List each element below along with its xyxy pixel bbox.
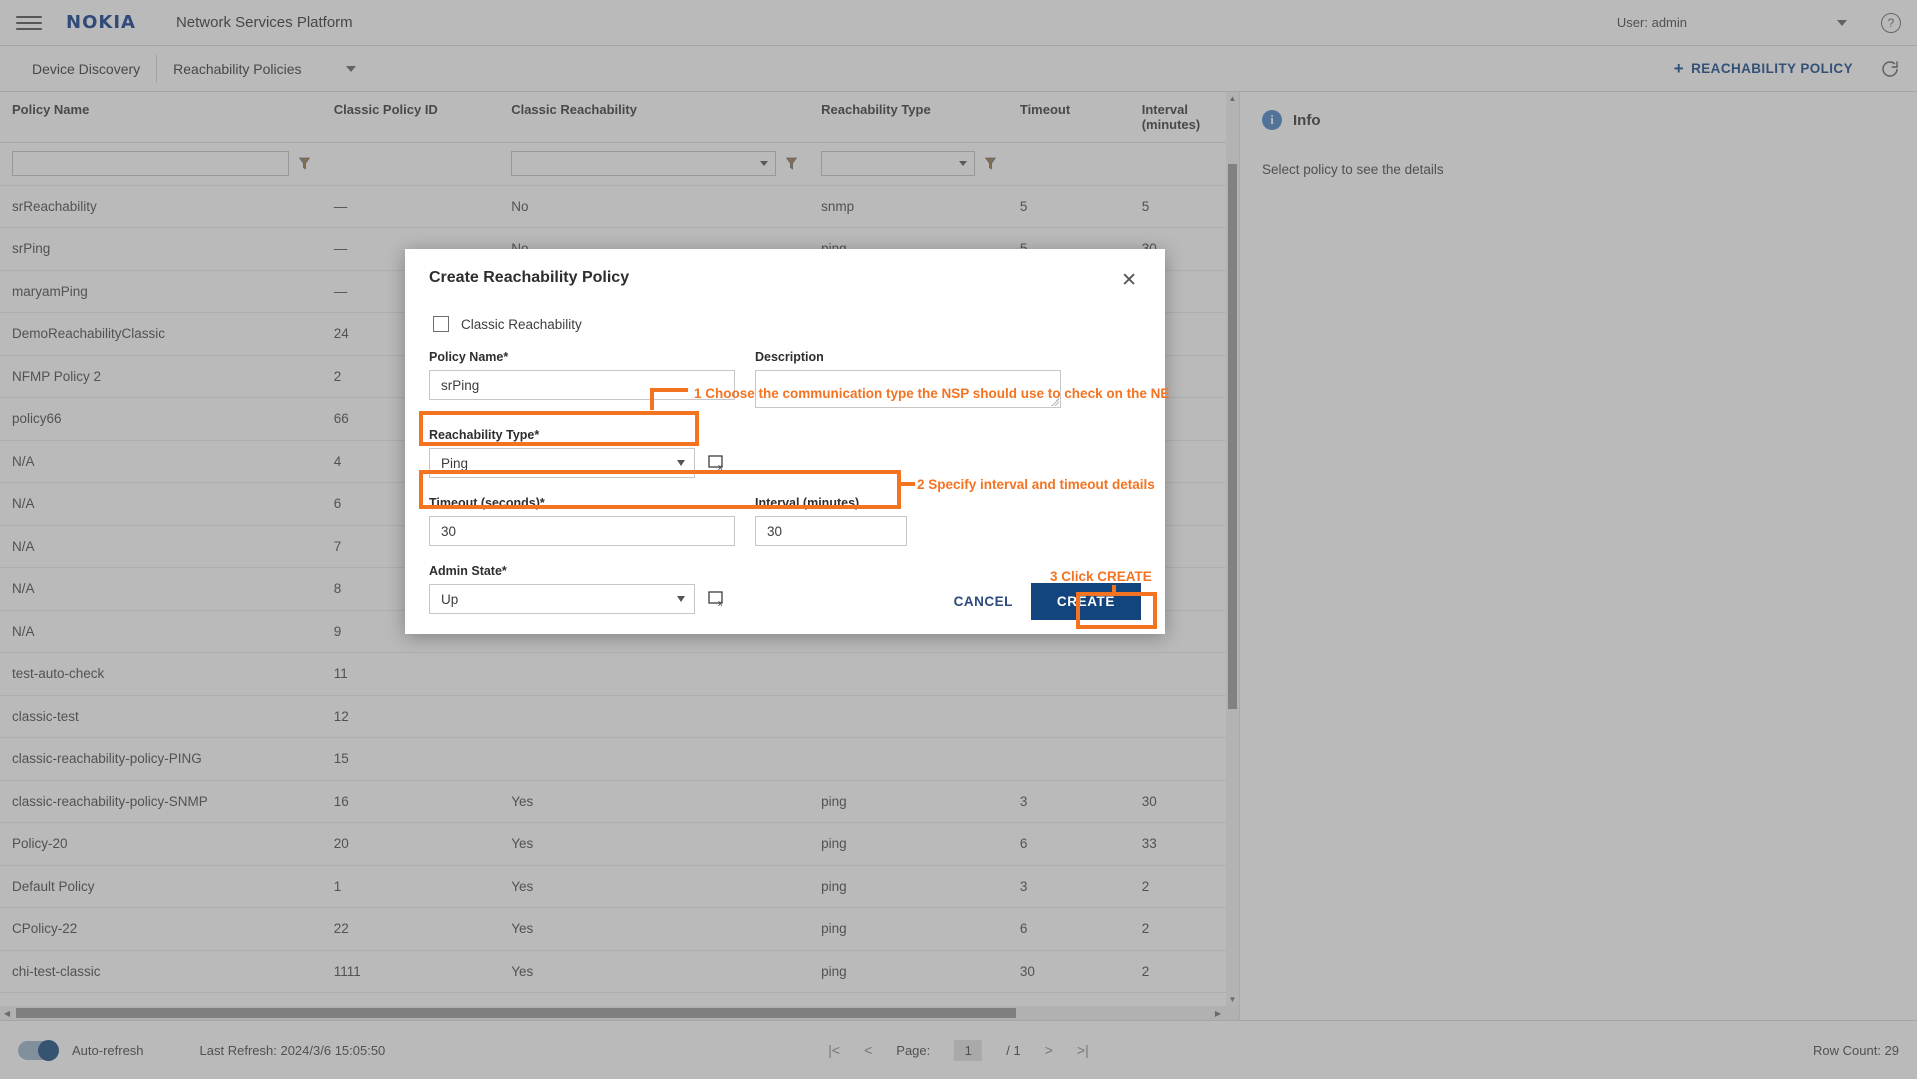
reachability-type-value: Ping xyxy=(441,455,469,471)
annotation-line-2 xyxy=(901,482,915,486)
reachability-type-field: Reachability Type* Ping x xyxy=(429,428,735,478)
annotation-line-1-vertical xyxy=(650,388,654,410)
chevron-down-icon xyxy=(677,460,685,466)
interval-label: Interval (minutes) xyxy=(755,496,860,510)
annotation-step-3: 3 Click CREATE xyxy=(1050,569,1152,584)
reachability-type-select[interactable]: Ping xyxy=(429,448,695,478)
timeout-label: Timeout (seconds)* xyxy=(429,496,545,510)
annotation-step-2: 2 Specify interval and timeout details xyxy=(917,477,1155,492)
dialog-title: Create Reachability Policy xyxy=(429,269,630,286)
interval-input[interactable]: 30 xyxy=(755,516,907,546)
classic-reachability-label: Classic Reachability xyxy=(461,316,582,332)
reachability-type-label: Reachability Type* xyxy=(429,428,540,442)
policy-name-label: Policy Name* xyxy=(429,350,509,364)
close-icon[interactable]: ✕ xyxy=(1117,269,1141,292)
create-button[interactable]: CREATE xyxy=(1030,582,1141,620)
policy-name-input[interactable]: srPing xyxy=(429,370,735,400)
clear-reachability-type-icon[interactable]: x xyxy=(708,455,727,471)
dialog-body: Classic Reachability Policy Name* srPing… xyxy=(405,292,1165,614)
timeout-interval-row: Timeout (seconds)* 30 Interval (minutes)… xyxy=(429,496,1141,546)
classic-reachability-checkbox[interactable] xyxy=(433,316,449,332)
description-label: Description xyxy=(755,350,824,364)
classic-reachability-checkbox-row[interactable]: Classic Reachability xyxy=(433,316,1141,332)
dialog-header: Create Reachability Policy ✕ xyxy=(405,249,1165,292)
annotation-step-1: 1 Choose the communication type the NSP … xyxy=(694,386,1170,401)
annotation-line-1-horizontal xyxy=(650,388,688,392)
svg-text:x: x xyxy=(718,462,723,471)
timeout-input[interactable]: 30 xyxy=(429,516,735,546)
annotation-line-3 xyxy=(1112,585,1116,595)
cancel-button[interactable]: CANCEL xyxy=(936,584,1031,619)
